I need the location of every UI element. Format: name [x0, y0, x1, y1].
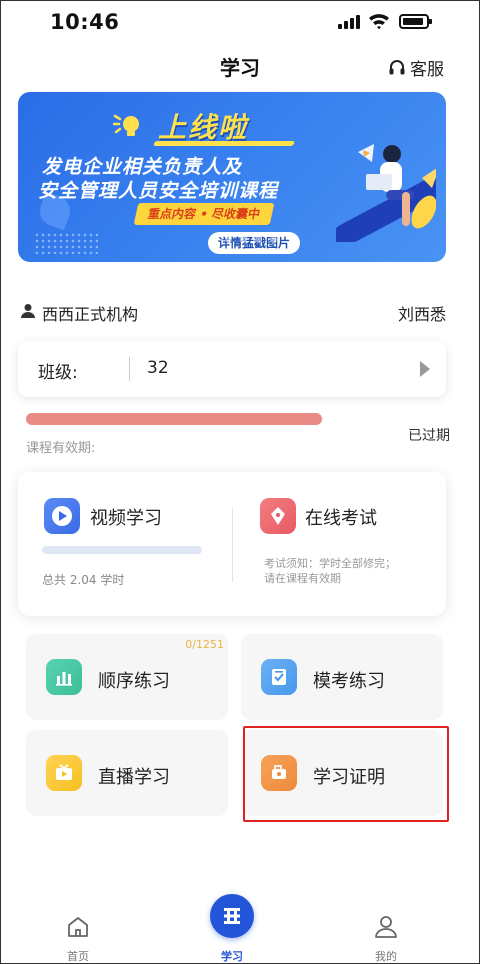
total-hours: 总共 2.04 学时 — [42, 573, 125, 587]
sequential-practice-label: 顺序练习 — [98, 671, 170, 692]
status-time: 10:46 — [50, 10, 120, 34]
signal-icon — [338, 15, 360, 29]
student-illustration — [336, 144, 436, 242]
bar-chart-icon — [46, 659, 82, 695]
play-icon — [52, 506, 72, 526]
video-progress-bar — [42, 546, 202, 554]
indicator-dot — [240, 236, 247, 243]
validity-label: 课程有效期: — [26, 441, 96, 456]
validity-progress-bar — [26, 413, 322, 425]
practice-count: 0/1251 — [185, 638, 224, 651]
sequential-practice-tile[interactable]: 0/1251 顺序练习 — [26, 634, 228, 720]
nav-study-label: 学习 — [221, 950, 243, 963]
nav-mine-label: 我的 — [375, 950, 397, 963]
study-nav-icon — [210, 894, 254, 938]
indicator-dot — [255, 236, 262, 243]
class-separator — [129, 357, 130, 381]
customer-service-label: 客服 — [410, 60, 444, 80]
person-icon — [375, 916, 397, 938]
user-icon — [21, 304, 35, 318]
headline-underline — [153, 141, 295, 146]
live-learning-label: 直播学习 — [98, 767, 170, 788]
dots-decoration — [34, 232, 98, 254]
bottom-nav: 首页 学习 我的 — [0, 894, 480, 964]
customer-service-button[interactable]: 客服 — [388, 55, 444, 80]
indicator-dot — [225, 236, 232, 243]
study-card: 视频学习 总共 2.04 学时 在线考试 考试须知：学时全部修完； 请在课程有效… — [18, 472, 446, 616]
live-tv-icon — [46, 755, 82, 791]
home-icon — [68, 917, 88, 937]
highlight-box — [243, 726, 449, 822]
class-label: 班级: — [38, 363, 78, 383]
mock-exam-tile[interactable]: 模考练习 — [241, 634, 443, 720]
organization-name: 西西正式机构 — [42, 305, 139, 324]
banner-tag: 重点内容 • 尽收囊中 — [133, 203, 275, 225]
exam-notice: 考试须知：学时全部修完； 请在课程有效期 — [264, 556, 396, 586]
banner-subtitle-line2: 安全管理人员安全培训课程 — [38, 180, 279, 202]
class-selector[interactable]: 班级: 32 — [18, 341, 446, 397]
live-learning-tile[interactable]: 直播学习 — [26, 730, 228, 816]
org-row: 西西正式机构 刘西悉 — [18, 300, 446, 324]
video-learning-title[interactable]: 视频学习 — [90, 504, 162, 530]
user-name: 刘西悉 — [397, 305, 446, 324]
class-value: 32 — [147, 358, 169, 378]
indicator-dot — [210, 236, 217, 243]
video-learning-icon[interactable] — [44, 498, 80, 534]
checklist-icon — [261, 659, 297, 695]
arrow-right-icon — [420, 361, 430, 377]
nav-home-label: 首页 — [67, 950, 89, 963]
exam-notice-line2: 请在课程有效期 — [264, 572, 341, 585]
lightbulb-icon — [113, 114, 139, 136]
status-bar: 10:46 — [0, 0, 480, 44]
nav-study[interactable]: 学习 — [192, 894, 272, 964]
pen-icon — [271, 507, 285, 525]
card-divider — [232, 508, 233, 582]
battery-icon — [399, 14, 432, 29]
banner-subtitle-line1: 发电企业相关负责人及 — [42, 156, 243, 178]
online-exam-title[interactable]: 在线考试 — [305, 504, 377, 530]
wifi-icon — [369, 14, 389, 30]
indicator-dot — [270, 236, 277, 243]
banner-page-indicators — [210, 236, 277, 243]
online-exam-icon[interactable] — [260, 498, 296, 534]
exam-notice-line1: 考试须知：学时全部修完； — [264, 557, 396, 570]
nav-home[interactable]: 首页 — [38, 900, 118, 964]
promo-banner[interactable]: 上线啦 发电企业相关负责人及 安全管理人员安全培训课程 重点内容 • 尽收囊中 … — [18, 92, 446, 262]
banner-headline: 上线啦 — [158, 111, 249, 144]
headset-icon — [389, 59, 405, 74]
nav-mine[interactable]: 我的 — [346, 900, 426, 964]
mock-exam-label: 模考练习 — [313, 671, 385, 692]
expired-status: 已过期 — [408, 428, 450, 444]
